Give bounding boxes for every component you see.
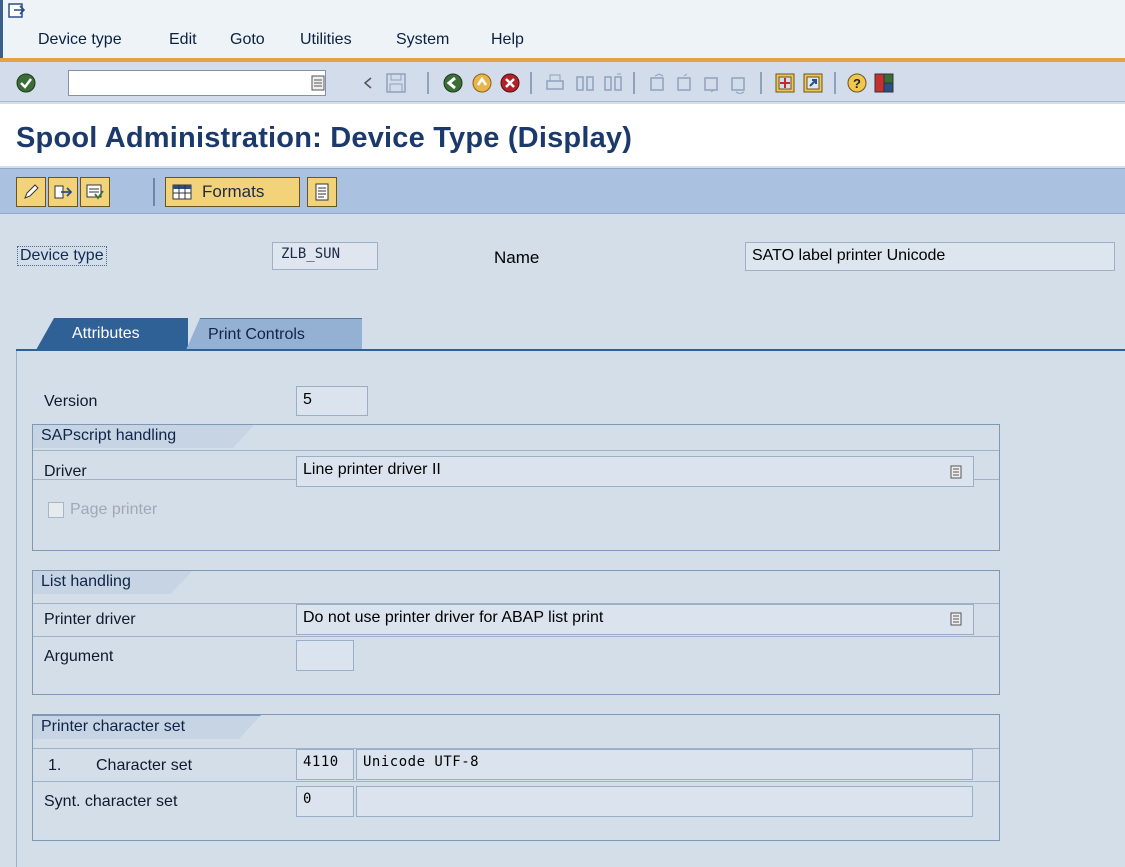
last-page-icon[interactable]: [727, 71, 751, 95]
transfer-arrows-icon: [54, 185, 73, 199]
document-icon: [315, 183, 329, 201]
menu-icon[interactable]: [8, 3, 26, 19]
tab-attributes-label: Attributes: [72, 325, 140, 342]
shortcut-icon[interactable]: [801, 71, 825, 95]
display-change-button[interactable]: [16, 177, 46, 207]
name-label: Name: [494, 248, 540, 267]
sapscript-group-title: SAPscript handling: [33, 424, 255, 448]
menu-bar: [0, 0, 1125, 60]
page-title: Spool Administration: Device Type (Displ…: [16, 122, 633, 154]
formats-button[interactable]: Formats: [165, 177, 300, 207]
synt-character-set-code-field[interactable]: 0: [296, 786, 354, 817]
help-icon[interactable]: ?: [845, 71, 869, 95]
page-printer-checkbox[interactable]: [48, 502, 64, 518]
driver-label: Driver: [44, 463, 87, 480]
driver-value: Line printer driver II: [303, 461, 441, 478]
argument-field[interactable]: [296, 640, 354, 671]
command-field[interactable]: [68, 70, 326, 96]
name-field[interactable]: SATO label printer Unicode: [745, 242, 1115, 271]
menu-goto[interactable]: Goto: [230, 31, 265, 49]
layout-icon[interactable]: [872, 71, 896, 95]
check-list-icon: [86, 184, 104, 200]
argument-label: Argument: [44, 648, 114, 665]
page-printer-label: Page printer: [70, 501, 158, 518]
printer-driver-label: Printer driver: [44, 611, 136, 628]
device-type-field[interactable]: ZLB_SUN: [272, 242, 378, 270]
synt-character-set-description-field[interactable]: [356, 786, 973, 817]
menu-system[interactable]: System: [396, 31, 449, 49]
character-set-label: Character set: [96, 757, 193, 774]
collapse-arrow-icon[interactable]: [356, 71, 380, 95]
save-icon[interactable]: [384, 71, 408, 95]
character-set-group-title: Printer character set: [33, 715, 261, 739]
menu-utilities[interactable]: Utilities: [300, 31, 352, 49]
formats-label: Formats: [202, 182, 265, 201]
version-field[interactable]: 5: [296, 386, 368, 416]
menu-device-type[interactable]: Device type: [38, 31, 122, 49]
svg-text:?: ?: [853, 76, 861, 91]
menu-help[interactable]: Help: [491, 31, 524, 49]
check-button[interactable]: [80, 177, 110, 207]
character-set-description-field[interactable]: Unicode UTF-8: [356, 749, 973, 780]
create-session-icon[interactable]: [773, 71, 797, 95]
dropdown-icon[interactable]: [950, 465, 962, 479]
list-handling-group-title: List handling: [33, 570, 193, 594]
menu-edit[interactable]: Edit: [169, 31, 197, 49]
driver-field[interactable]: Line printer driver II: [296, 456, 974, 487]
version-label: Version: [44, 393, 98, 410]
tab-divider: [16, 349, 1125, 351]
cancel-icon[interactable]: [498, 71, 522, 95]
pencil-icon: [24, 184, 39, 199]
back-icon[interactable]: [441, 71, 465, 95]
tab-attributes[interactable]: Attributes: [36, 318, 188, 350]
device-type-label[interactable]: Device type: [17, 246, 107, 266]
dropdown-icon[interactable]: [950, 612, 962, 626]
exit-icon[interactable]: [470, 71, 494, 95]
command-history-icon[interactable]: [306, 71, 330, 95]
next-page-icon[interactable]: [700, 71, 724, 95]
character-set-number: 1.: [48, 757, 62, 774]
other-object-button[interactable]: [48, 177, 78, 207]
printer-driver-value: Do not use printer driver for ABAP list …: [303, 609, 604, 626]
tab-print-controls[interactable]: Print Controls: [186, 318, 362, 350]
enter-icon[interactable]: [14, 71, 38, 95]
print-icon[interactable]: [543, 71, 567, 95]
synt-character-set-label: Synt. character set: [44, 793, 178, 810]
tab-print-controls-label: Print Controls: [208, 325, 305, 343]
table-icon: [172, 184, 192, 200]
printer-driver-field[interactable]: Do not use printer driver for ABAP list …: [296, 604, 974, 635]
documentation-button[interactable]: [307, 177, 337, 207]
find-next-icon[interactable]: [601, 71, 625, 95]
prev-page-icon[interactable]: [673, 71, 697, 95]
character-set-code-field[interactable]: 4110: [296, 749, 354, 780]
first-page-icon[interactable]: [646, 71, 670, 95]
find-icon[interactable]: [573, 71, 597, 95]
